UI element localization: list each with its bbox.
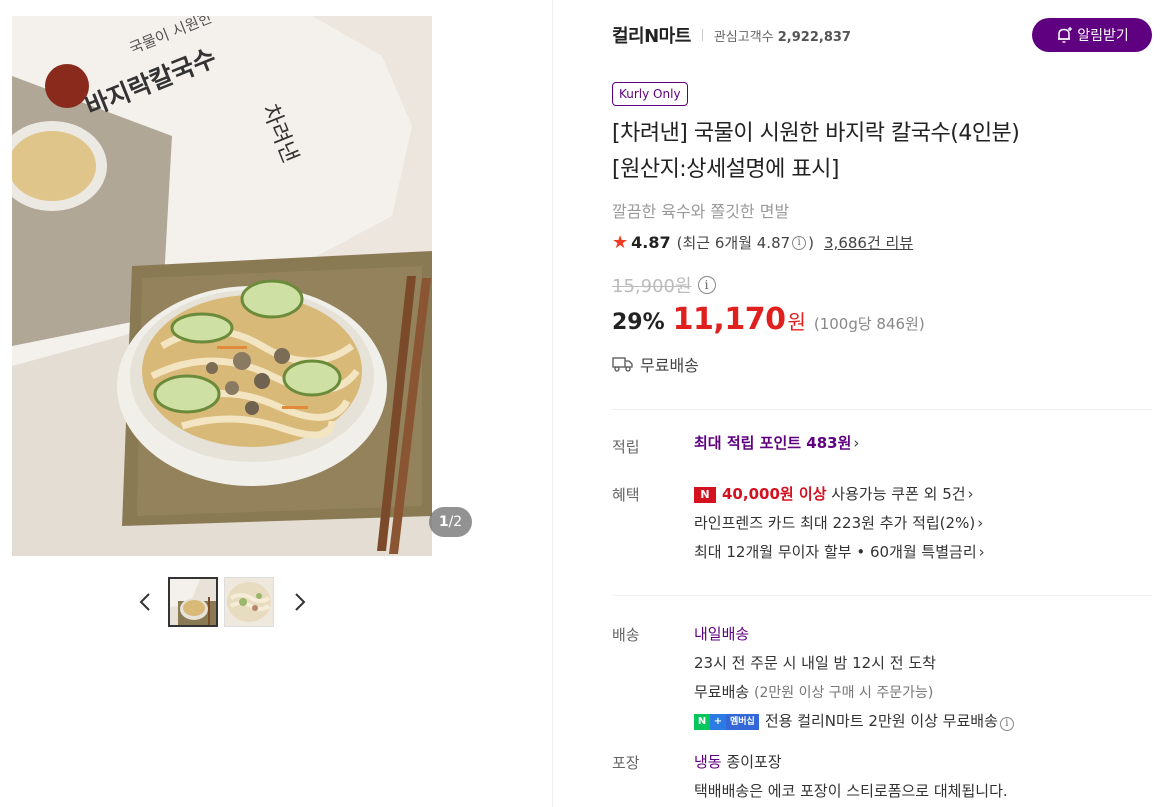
packaging-label: 포장 (612, 754, 640, 772)
notify-label: 알림받기 (1077, 27, 1129, 43)
thumbnail-1-image (170, 579, 216, 625)
naver-n-icon: N (694, 486, 716, 503)
chevron-right-icon (295, 593, 306, 611)
points-text: 최대 적립 포인트 483원 (694, 434, 852, 452)
coupon-amount: 40,000원 이상 (722, 485, 827, 503)
packaging-type: 냉동 (694, 753, 722, 771)
points-link[interactable]: 최대 적립 포인트 483원 › (694, 429, 1152, 458)
free-shipping-label: 무료배송 (640, 356, 699, 375)
delivery-type: 내일배송 (694, 625, 750, 643)
truck-icon (612, 357, 633, 372)
chevron-right-icon: › (978, 543, 985, 561)
naver-n-mark: N (694, 713, 710, 730)
product-title-line2: [원산지:상세설명에 표시] (612, 157, 839, 182)
store-header: 컬리N마트 관심고객수 2,922,837 알림받기 (612, 18, 1152, 52)
benefits-label: 혜택 (612, 486, 640, 504)
original-price: 15,900원 (612, 276, 692, 297)
counter-current: 1 (438, 514, 449, 530)
column-divider (552, 0, 553, 807)
chevron-left-icon (139, 593, 150, 611)
store-fans: 관심고객수 2,922,837 (714, 26, 851, 45)
card-benefit-link[interactable]: 라인프렌즈 카드 최대 223원 추가 적립(2%) › (694, 509, 1152, 538)
rating-score: 4.87 (631, 233, 671, 252)
rating-row: ★ 4.87 (최근 6개월 4.87 i ) 3,686건 리뷰 (612, 232, 913, 253)
store-separator (701, 29, 703, 41)
info-icon[interactable]: i (999, 717, 1014, 731)
delivery-free: 무료배송 (694, 683, 750, 701)
prev-image-button[interactable] (130, 577, 160, 627)
plus-mark: + (710, 713, 726, 730)
delivery-free-row: 무료배송 (2만원 이상 구매 시 주문가능) (694, 678, 1152, 707)
installment-text: 최대 12개월 무이자 할부 • 60개월 특별금리 (694, 543, 977, 561)
membership-text: 전용 컬리N마트 2만원 이상 무료배송 (764, 712, 998, 730)
thumbnail-strip (130, 577, 315, 627)
counter-total: /2 (448, 514, 463, 530)
installment-link[interactable]: 최대 12개월 무이자 할부 • 60개월 특별금리 › (694, 538, 1152, 567)
packaging-type-rest: 종이포장 (726, 753, 782, 771)
star-icon: ★ (612, 232, 629, 253)
discount-rate: 29% (612, 310, 665, 335)
product-subtitle: 깔끔한 육수와 쫄깃한 면발 (612, 202, 790, 221)
kurly-only-badge: Kurly Only (612, 82, 688, 106)
thumbnail-2-image (225, 578, 273, 626)
next-image-button[interactable] (285, 577, 315, 627)
store-name[interactable]: 컬리N마트 (612, 22, 691, 48)
chevron-right-icon: › (853, 434, 860, 452)
sale-price-currency: 원 (787, 310, 806, 334)
product-main-image[interactable]: 국물이 시원한 바지락칼국수 차려낸 (12, 16, 432, 556)
membership-tag: 멤버십 (726, 713, 759, 730)
points-label: 적립 (612, 438, 640, 456)
bell-plus-icon (1058, 27, 1073, 43)
delivery-free-note: (2만원 이상 구매 시 주문가능) (753, 685, 934, 701)
membership-row: N + 멤버십 전용 컬리N마트 2만원 이상 무료배송 i (694, 707, 1152, 736)
store-fans-label: 관심고객수 (713, 29, 774, 45)
product-gallery: 국물이 시원한 바지락칼국수 차려낸 1/2 (12, 16, 472, 556)
delivery-label: 배송 (612, 626, 640, 644)
product-title-line1: [차려낸] 국물이 시원한 바지락 칼국수(4인분) (612, 121, 1020, 146)
thumbnail-1[interactable] (168, 577, 218, 627)
delivery-arrival: 23시 전 주문 시 내일 밤 12시 전 도착 (694, 654, 936, 672)
sale-price: 11,170 (672, 302, 786, 337)
divider (612, 409, 1152, 410)
chevron-right-icon: › (977, 514, 984, 532)
price-info-icon[interactable]: i (697, 276, 716, 294)
unit-price: (100g당 846원) (813, 315, 925, 333)
chevron-right-icon: › (967, 485, 974, 503)
info-icon[interactable]: i (792, 235, 807, 250)
divider (612, 595, 1152, 596)
recent-rating-close: ) (808, 233, 815, 252)
notify-button[interactable]: 알림받기 (1032, 18, 1152, 52)
product-title: [차려낸] 국물이 시원한 바지락 칼국수(4인분) [원산지:상세설명에 표시… (612, 116, 1152, 188)
naver-plus-membership-icon: N + 멤버십 (694, 713, 759, 730)
recent-rating: (최근 6개월 4.87 (676, 234, 791, 252)
packaging-note: 택배배송은 에코 포장이 스티로폼으로 대체됩니다. (694, 782, 1008, 800)
price-row: 29% 11,170 원 (100g당 846원) (612, 302, 925, 337)
coupon-link[interactable]: N 40,000원 이상 사용가능 쿠폰 외 5건 › (694, 480, 1152, 509)
original-price-row: 15,900원 i (612, 272, 718, 298)
store-fans-count: 2,922,837 (777, 29, 851, 45)
image-counter: 1/2 (429, 507, 472, 537)
free-shipping-row: 무료배송 (612, 352, 699, 376)
card-benefit-text: 라인프렌즈 카드 최대 223원 추가 적립(2%) (694, 514, 976, 532)
review-count-link[interactable]: 3,686건 리뷰 (824, 232, 913, 253)
thumbnail-2[interactable] (224, 577, 274, 627)
product-photo: 국물이 시원한 바지락칼국수 차려낸 (12, 16, 432, 556)
coupon-text: 사용가능 쿠폰 외 5건 (831, 485, 966, 503)
